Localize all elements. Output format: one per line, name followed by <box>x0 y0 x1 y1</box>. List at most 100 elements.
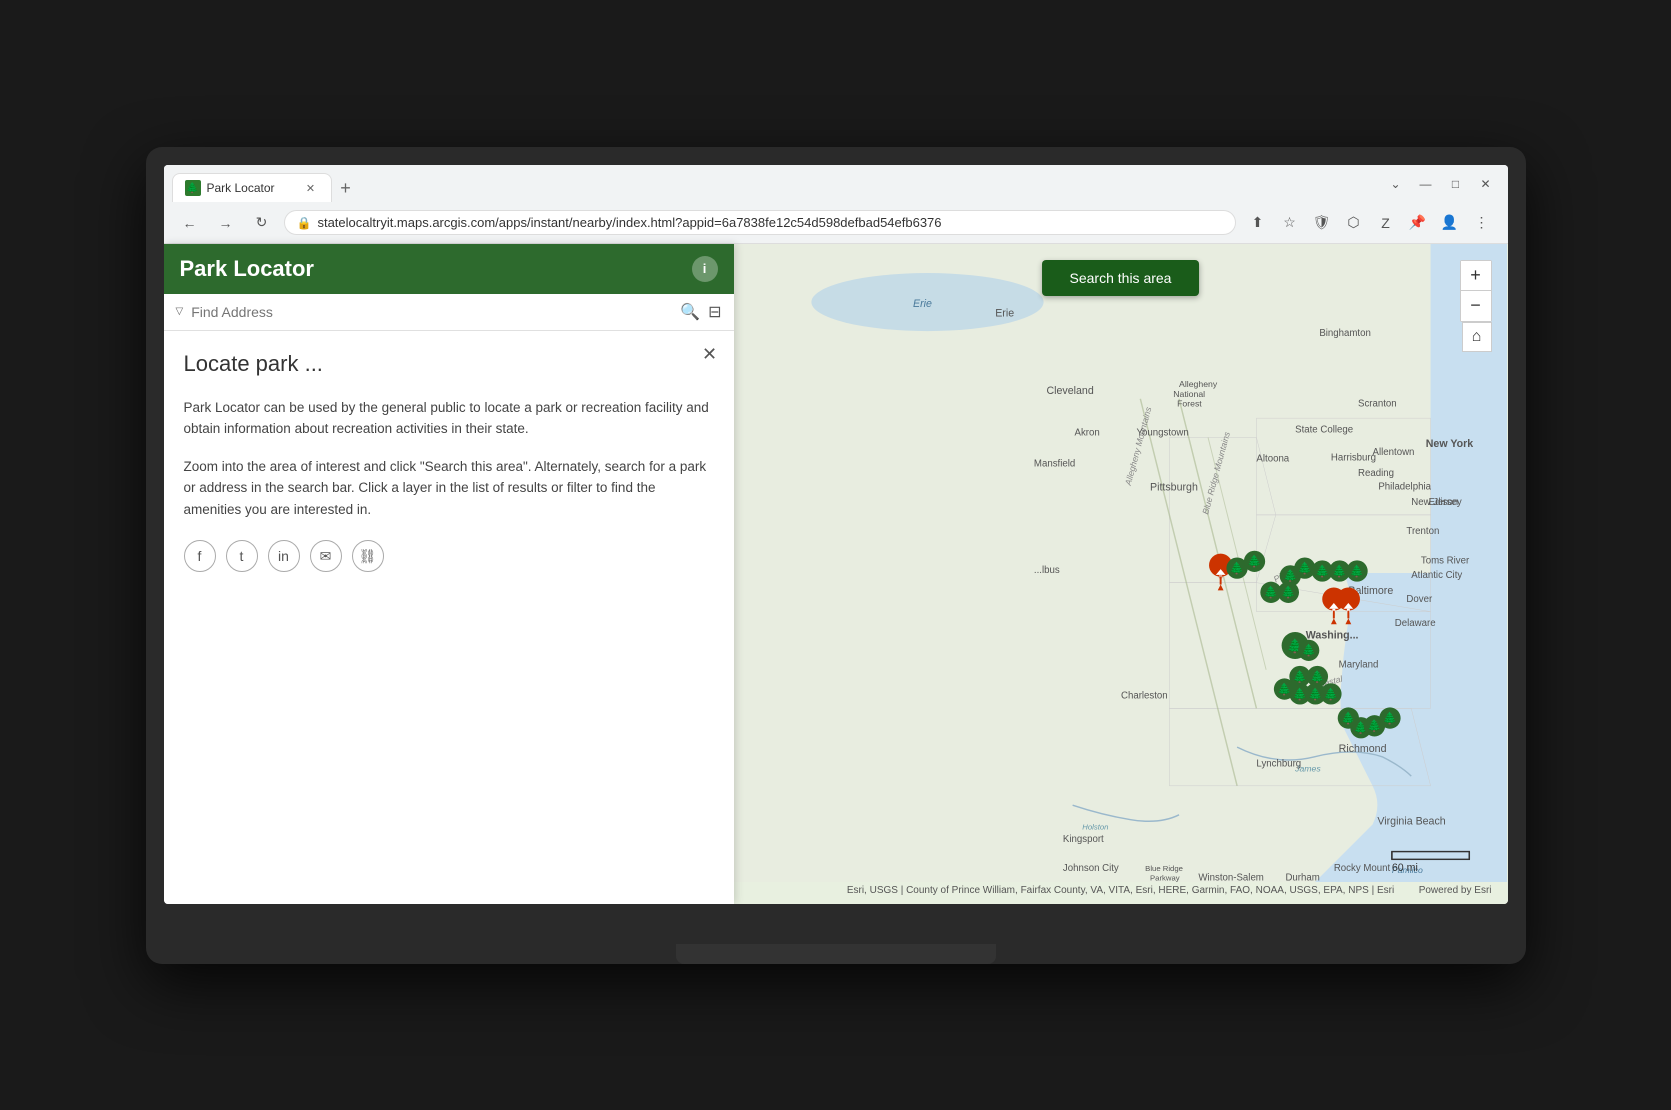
linkedin-button[interactable]: in <box>268 540 300 572</box>
sidebar-header: Park Locator i <box>164 244 734 294</box>
svg-text:🌲: 🌲 <box>1292 669 1306 683</box>
close-panel-button[interactable]: ✕ <box>698 343 722 367</box>
svg-text:Rocky Mount: Rocky Mount <box>1333 862 1390 873</box>
extension-1[interactable]: 🛡 <box>1308 209 1336 237</box>
svg-text:National: National <box>1173 388 1205 398</box>
zoom-in-button[interactable]: + <box>1461 261 1491 291</box>
svg-text:🌲: 🌲 <box>1247 554 1261 568</box>
svg-text:Toms River: Toms River <box>1420 555 1469 566</box>
svg-text:Durham: Durham <box>1285 872 1319 882</box>
svg-text:Delaware: Delaware <box>1394 618 1435 629</box>
bookmark-button[interactable]: ☆ <box>1276 209 1304 237</box>
svg-text:Parkway: Parkway <box>1150 873 1180 882</box>
svg-text:Forest: Forest <box>1177 398 1202 408</box>
filter-icon[interactable]: ⊟ <box>708 302 721 322</box>
facebook-icon: f <box>198 548 202 564</box>
search-input[interactable] <box>191 304 672 320</box>
email-button[interactable]: ✉ <box>310 540 342 572</box>
svg-text:Atlantic City: Atlantic City <box>1411 569 1462 580</box>
link-icon: ⛓ <box>359 548 377 565</box>
svg-text:Richmond: Richmond <box>1338 742 1386 754</box>
sidebar: Park Locator i ▽ 🔍 ⊟ ✕ Locate park ... P… <box>164 244 734 904</box>
browser-chrome: 🌲 Park Locator ✕ + ⌄ — □ ✕ ← → <box>164 165 1508 244</box>
extension-4[interactable]: 📌 <box>1404 209 1432 237</box>
tab-bar: 🌲 Park Locator ✕ + ⌄ — □ ✕ <box>164 165 1508 203</box>
svg-text:Allegheny: Allegheny <box>1179 379 1218 389</box>
svg-text:🌲: 🌲 <box>1229 560 1243 574</box>
forward-button[interactable]: → <box>212 209 240 237</box>
info-panel: ✕ Locate park ... Park Locator can be us… <box>164 331 734 904</box>
svg-text:Erie: Erie <box>912 297 931 309</box>
svg-text:Youngstown: Youngstown <box>1136 427 1188 438</box>
svg-text:🌲: 🌲 <box>1332 563 1346 577</box>
svg-text:Akron: Akron <box>1074 427 1099 438</box>
map-area[interactable]: Erie Al <box>734 244 1508 904</box>
svg-text:🌲: 🌲 <box>1297 560 1311 574</box>
svg-text:Maryland: Maryland <box>1338 659 1378 670</box>
extension-3[interactable]: Z <box>1372 209 1400 237</box>
tab-favicon: 🌲 <box>185 180 201 196</box>
linkedin-icon: in <box>278 548 289 564</box>
map-attribution: Esri, USGS | County of Prince William, F… <box>734 885 1508 896</box>
svg-text:🌲: 🌲 <box>1382 710 1396 724</box>
address-bar[interactable]: 🔒 statelocaltryit.maps.arcgis.com/apps/i… <box>284 210 1236 235</box>
info-button[interactable]: i <box>692 256 718 282</box>
svg-text:Reading: Reading <box>1358 468 1394 479</box>
svg-text:Blue Ridge: Blue Ridge <box>1145 863 1183 872</box>
search-this-area-button[interactable]: Search this area <box>1042 260 1200 296</box>
svg-text:Charleston: Charleston <box>1120 690 1167 701</box>
tab-close-button[interactable]: ✕ <box>303 180 319 196</box>
description-1: Park Locator can be used by the general … <box>184 397 714 440</box>
svg-text:Philadelphia: Philadelphia <box>1378 481 1431 492</box>
zoom-controls: + − <box>1460 260 1492 322</box>
tab-group: 🌲 Park Locator ✕ + <box>172 173 1382 202</box>
copy-link-button[interactable]: ⛓ <box>352 540 384 572</box>
svg-text:🌲: 🌲 <box>1263 585 1277 599</box>
svg-text:Kingsport: Kingsport <box>1062 833 1103 844</box>
facebook-button[interactable]: f <box>184 540 216 572</box>
svg-text:Johnson City: Johnson City <box>1062 862 1118 873</box>
extension-2[interactable]: ⬡ <box>1340 209 1368 237</box>
svg-text:🌲: 🌲 <box>1315 563 1329 577</box>
svg-text:🌲: 🌲 <box>1281 585 1295 599</box>
profile-button[interactable]: 👤 <box>1436 209 1464 237</box>
svg-text:Virginia Beach: Virginia Beach <box>1377 815 1445 827</box>
svg-text:Pittsburgh: Pittsburgh <box>1150 481 1198 493</box>
screen: 🌲 Park Locator ✕ + ⌄ — □ ✕ ← → <box>164 165 1508 904</box>
tab-menu-button[interactable]: ⌄ <box>1382 173 1410 195</box>
twitter-button[interactable]: t <box>226 540 258 572</box>
svg-text:Holston: Holston <box>1082 822 1108 831</box>
share-button[interactable]: ⬆ <box>1244 209 1272 237</box>
svg-text:Winston-Salem: Winston-Salem <box>1198 872 1263 882</box>
svg-text:Binghamton: Binghamton <box>1319 327 1371 338</box>
monitor-stand-base <box>676 944 996 964</box>
svg-text:🌲: 🌲 <box>1323 686 1337 700</box>
maximize-button[interactable]: □ <box>1442 173 1470 195</box>
url-text: statelocaltryit.maps.arcgis.com/apps/ins… <box>317 215 1222 230</box>
svg-text:Cleveland: Cleveland <box>1046 384 1093 396</box>
svg-text:Erie: Erie <box>995 307 1014 319</box>
svg-text:Dover: Dover <box>1406 593 1433 604</box>
zoom-out-button[interactable]: − <box>1461 291 1491 321</box>
svg-text:Lynchburg: Lynchburg <box>1256 758 1301 769</box>
close-window-button[interactable]: ✕ <box>1472 173 1500 195</box>
nav-bar: ← → ↻ 🔒 statelocaltryit.maps.arcgis.com/… <box>164 203 1508 243</box>
minimize-button[interactable]: — <box>1412 173 1440 195</box>
lock-icon: 🔒 <box>297 216 312 230</box>
svg-text:🌲: 🌲 <box>1349 563 1363 577</box>
svg-text:Edison: Edison <box>1428 497 1458 508</box>
menu-button[interactable]: ⋮ <box>1468 209 1496 237</box>
active-tab[interactable]: 🌲 Park Locator ✕ <box>172 173 332 202</box>
svg-text:State College: State College <box>1295 424 1353 435</box>
refresh-button[interactable]: ↻ <box>248 209 276 237</box>
search-dropdown-arrow[interactable]: ▽ <box>176 306 184 317</box>
new-tab-button[interactable]: + <box>332 174 360 202</box>
svg-text:New York: New York <box>1425 438 1473 450</box>
back-button[interactable]: ← <box>176 209 204 237</box>
app-title: Park Locator <box>180 256 315 282</box>
search-icon[interactable]: 🔍 <box>680 302 700 322</box>
email-icon: ✉ <box>320 548 332 565</box>
svg-text:Altoona: Altoona <box>1256 453 1289 464</box>
home-button[interactable]: ⌂ <box>1462 322 1492 352</box>
monitor: 🌲 Park Locator ✕ + ⌄ — □ ✕ ← → <box>146 147 1526 964</box>
